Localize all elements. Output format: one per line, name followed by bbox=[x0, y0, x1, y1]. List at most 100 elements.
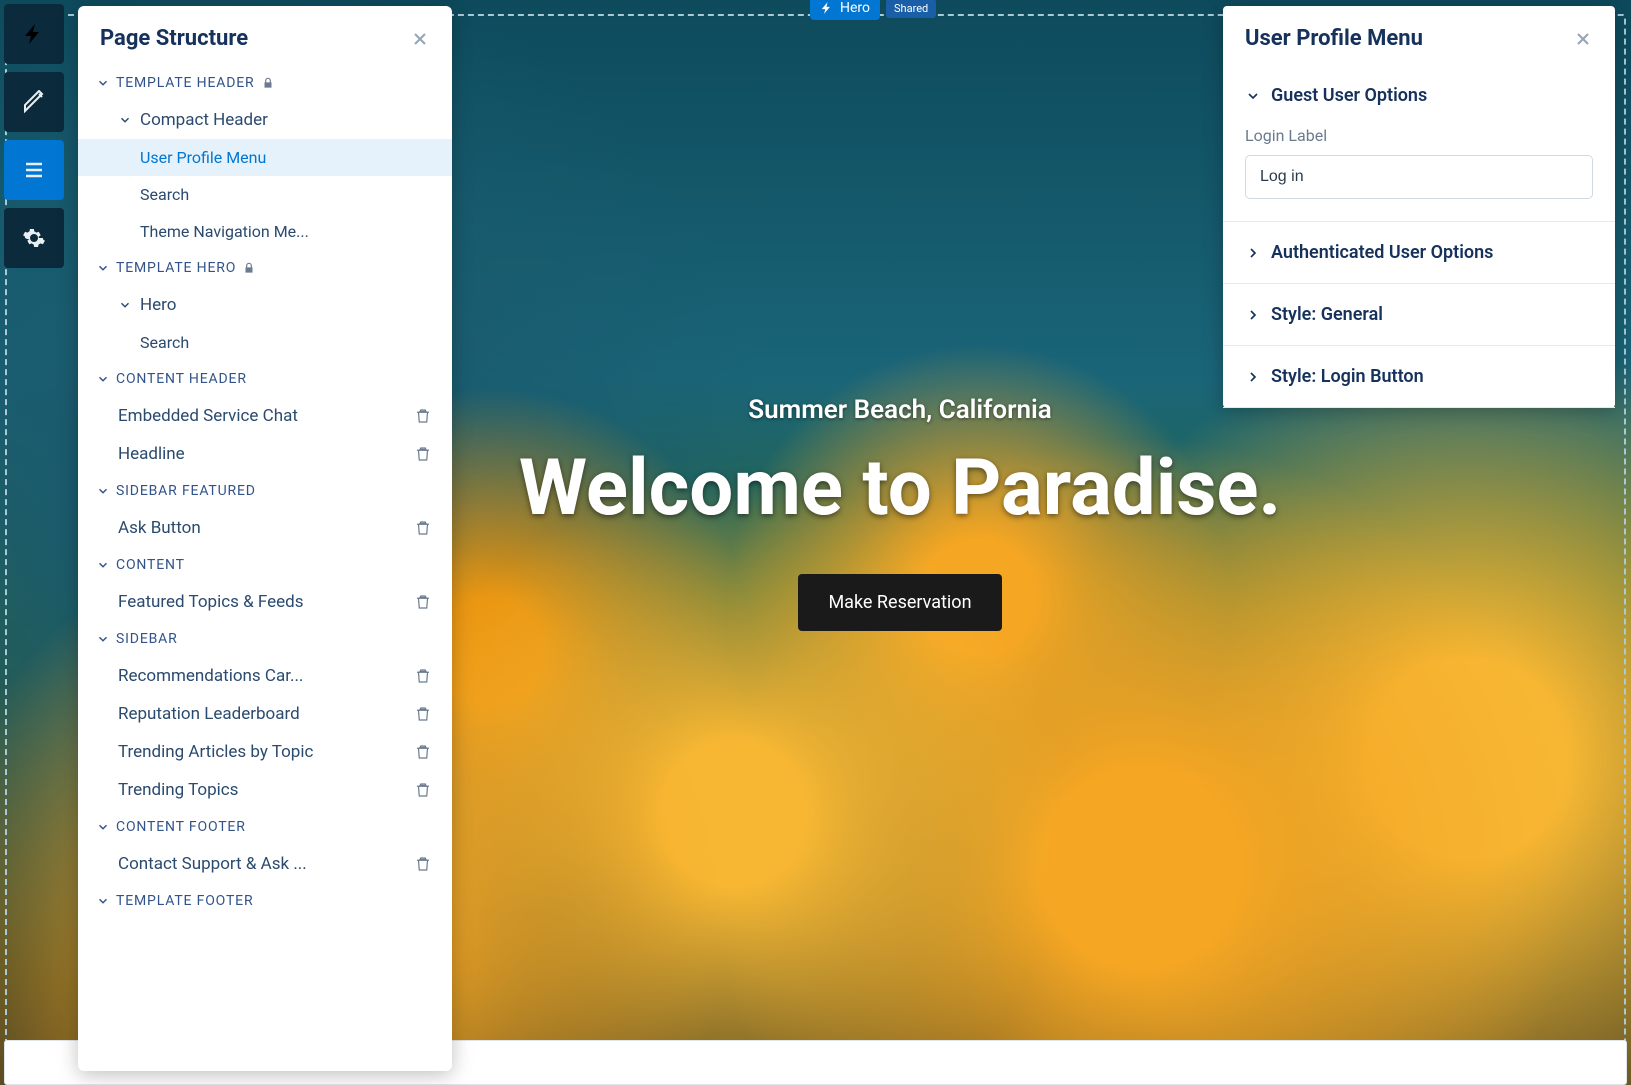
structure-item[interactable]: Hero bbox=[78, 286, 452, 324]
section-label: CONTENT bbox=[116, 557, 185, 573]
chevron-down-icon bbox=[96, 76, 110, 90]
section-header[interactable]: SIDEBAR FEATURED bbox=[78, 473, 452, 509]
trash-icon[interactable] bbox=[414, 781, 432, 799]
close-icon[interactable] bbox=[1573, 29, 1593, 49]
chevron-down-icon bbox=[96, 894, 110, 908]
chevron-down-icon bbox=[118, 113, 132, 127]
structure-item[interactable]: Trending Topics bbox=[78, 771, 452, 809]
section-label: SIDEBAR FEATURED bbox=[116, 483, 256, 499]
structure-item-label: Trending Topics bbox=[118, 780, 238, 800]
property-section-label: Authenticated User Options bbox=[1271, 242, 1493, 263]
structure-item[interactable]: Headline bbox=[78, 435, 452, 473]
chevron-down-icon bbox=[118, 298, 132, 312]
structure-item[interactable]: Featured Topics & Feeds bbox=[78, 583, 452, 621]
trash-icon[interactable] bbox=[414, 519, 432, 537]
structure-item[interactable]: User Profile Menu bbox=[78, 139, 452, 176]
structure-item[interactable]: Search bbox=[78, 176, 452, 213]
structure-item[interactable]: Search bbox=[78, 324, 452, 361]
make-reservation-button[interactable]: Make Reservation bbox=[798, 574, 1001, 631]
property-section: Authenticated User Options bbox=[1223, 222, 1615, 284]
structure-item-label: Reputation Leaderboard bbox=[118, 704, 300, 724]
lightning-icon bbox=[22, 22, 46, 46]
chevron-down-icon bbox=[96, 372, 110, 386]
chevron-down-icon bbox=[96, 261, 110, 275]
property-section: Style: Login Button bbox=[1223, 346, 1615, 408]
tool-rail-button[interactable] bbox=[4, 208, 64, 268]
chevron-right-icon bbox=[1245, 307, 1261, 323]
hero-location: Summer Beach, California bbox=[450, 395, 1350, 425]
structure-item-label: User Profile Menu bbox=[140, 148, 266, 167]
section-header[interactable]: TEMPLATE FOOTER bbox=[78, 883, 452, 919]
section-label: TEMPLATE HEADER bbox=[116, 75, 255, 91]
page-structure-tree: TEMPLATE HEADER Compact Header User Profil… bbox=[78, 65, 452, 939]
chevron-right-icon bbox=[1245, 245, 1261, 261]
field-label: Login Label bbox=[1245, 126, 1593, 145]
structure-item[interactable]: Theme Navigation Me... bbox=[78, 213, 452, 250]
trash-icon[interactable] bbox=[414, 407, 432, 425]
chevron-down-icon bbox=[96, 632, 110, 646]
structure-item-label: Ask Button bbox=[118, 518, 201, 538]
property-section-header[interactable]: Style: Login Button bbox=[1223, 346, 1615, 407]
structure-item-label: Search bbox=[140, 185, 189, 204]
section-label: TEMPLATE HERO bbox=[116, 260, 236, 276]
chevron-down-icon bbox=[96, 558, 110, 572]
section-header[interactable]: CONTENT FOOTER bbox=[78, 809, 452, 845]
section-header[interactable]: TEMPLATE HERO bbox=[78, 250, 452, 286]
structure-item-label: Embedded Service Chat bbox=[118, 406, 298, 426]
trash-icon[interactable] bbox=[414, 855, 432, 873]
tool-rail-button[interactable] bbox=[4, 140, 64, 200]
hero-headline: Welcome to Paradise. bbox=[450, 443, 1350, 534]
structure-item-label: Compact Header bbox=[140, 110, 268, 130]
hero-region-tag[interactable]: Hero Shared bbox=[810, 0, 936, 20]
lightning-icon bbox=[820, 1, 834, 15]
lock-icon bbox=[242, 261, 256, 275]
structure-item[interactable]: Embedded Service Chat bbox=[78, 397, 452, 435]
structure-item-label: Recommendations Car... bbox=[118, 666, 303, 686]
structure-item[interactable]: Contact Support & Ask ... bbox=[78, 845, 452, 883]
chevron-down-icon bbox=[96, 484, 110, 498]
structure-item-label: Search bbox=[140, 333, 189, 352]
hero-content: Summer Beach, California Welcome to Para… bbox=[450, 395, 1350, 631]
chevron-down-icon bbox=[96, 820, 110, 834]
trash-icon[interactable] bbox=[414, 743, 432, 761]
structure-item-label: Trending Articles by Topic bbox=[118, 742, 313, 762]
page-structure-header: Page Structure bbox=[78, 6, 452, 65]
structure-item[interactable]: Reputation Leaderboard bbox=[78, 695, 452, 733]
component-properties-title: User Profile Menu bbox=[1245, 26, 1423, 51]
property-section-label: Guest User Options bbox=[1271, 85, 1427, 106]
structure-item[interactable]: Recommendations Car... bbox=[78, 657, 452, 695]
property-section: Guest User Options Login Label bbox=[1223, 65, 1615, 222]
structure-item[interactable]: Ask Button bbox=[78, 509, 452, 547]
gear-icon bbox=[22, 226, 46, 250]
section-header[interactable]: CONTENT bbox=[78, 547, 452, 583]
section-header[interactable]: TEMPLATE HEADER bbox=[78, 65, 452, 101]
tool-rail bbox=[0, 0, 64, 290]
brush-icon bbox=[22, 90, 46, 114]
tool-rail-button[interactable] bbox=[4, 4, 64, 64]
structure-item-label: Featured Topics & Feeds bbox=[118, 592, 304, 612]
list-icon bbox=[22, 158, 46, 182]
hero-region-tag-label: Hero bbox=[840, 0, 870, 16]
lock-icon bbox=[261, 76, 275, 90]
trash-icon[interactable] bbox=[414, 445, 432, 463]
property-section-label: Style: General bbox=[1271, 304, 1383, 325]
section-label: TEMPLATE FOOTER bbox=[116, 893, 253, 909]
login-label-input[interactable] bbox=[1245, 155, 1593, 199]
close-icon[interactable] bbox=[410, 29, 430, 49]
structure-item[interactable]: Trending Articles by Topic bbox=[78, 733, 452, 771]
trash-icon[interactable] bbox=[414, 593, 432, 611]
section-header[interactable]: CONTENT HEADER bbox=[78, 361, 452, 397]
hero-region-tag-label-chip[interactable]: Hero bbox=[810, 0, 880, 20]
property-section-header[interactable]: Guest User Options bbox=[1223, 65, 1615, 126]
hero-region-tag-badge: Shared bbox=[886, 0, 936, 18]
property-section-header[interactable]: Authenticated User Options bbox=[1223, 222, 1615, 283]
property-section-label: Style: Login Button bbox=[1271, 366, 1424, 387]
trash-icon[interactable] bbox=[414, 705, 432, 723]
trash-icon[interactable] bbox=[414, 667, 432, 685]
structure-item[interactable]: Compact Header bbox=[78, 101, 452, 139]
property-section-header[interactable]: Style: General bbox=[1223, 284, 1615, 345]
section-label: SIDEBAR bbox=[116, 631, 178, 647]
page-structure-title: Page Structure bbox=[100, 26, 248, 51]
section-header[interactable]: SIDEBAR bbox=[78, 621, 452, 657]
tool-rail-button[interactable] bbox=[4, 72, 64, 132]
